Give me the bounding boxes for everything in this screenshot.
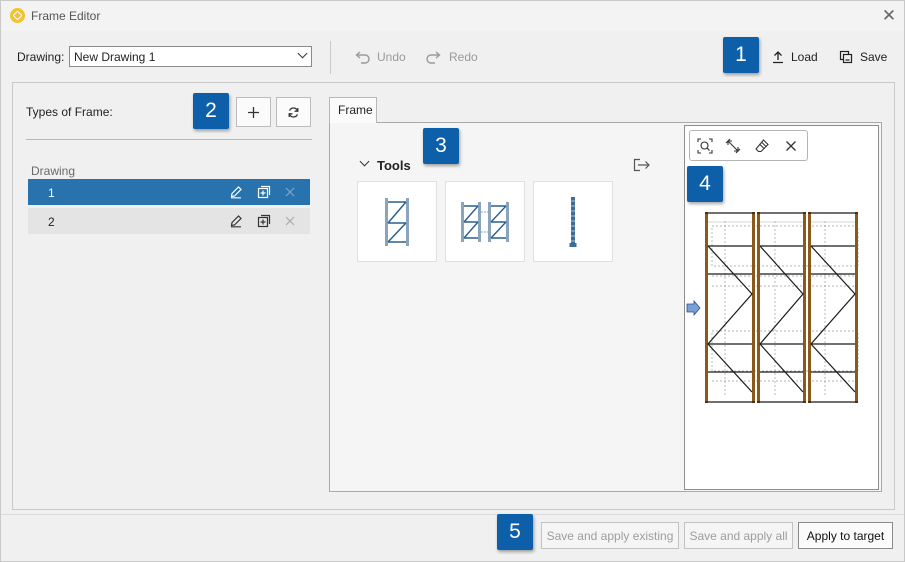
callout-badge: 3 (423, 128, 459, 164)
types-divider (26, 139, 312, 140)
delete-icon[interactable] (283, 185, 297, 199)
eraser-icon[interactable] (754, 138, 770, 154)
callout-badge: 1 (723, 37, 759, 73)
tab-frame-label: Frame (338, 103, 373, 117)
save-apply-all-button[interactable]: Save and apply all (684, 522, 793, 549)
footer-divider (1, 514, 904, 515)
drawing-label: Drawing: (17, 50, 65, 64)
callout-badge: 5 (497, 514, 533, 550)
chevron-down-icon (297, 48, 308, 59)
frame-type-label: 1 (48, 186, 55, 200)
frame-editor-window: Frame Editor ✕ Drawing: New Drawing 1 Un… (0, 0, 905, 562)
plus-icon (248, 106, 259, 118)
close-icon[interactable]: ✕ (878, 5, 900, 27)
redo-label: Redo (449, 50, 478, 64)
toolbar-divider (330, 41, 331, 74)
redo-icon (426, 51, 441, 64)
load-button[interactable]: Load (771, 46, 818, 68)
export-icon[interactable] (633, 158, 651, 172)
callout-badge: 2 (193, 93, 229, 129)
upright-icon (569, 196, 577, 247)
drawing-select-value: New Drawing 1 (74, 50, 156, 64)
top-toolbar: Drawing: New Drawing 1 Undo Redo Load Sa… (1, 31, 904, 81)
edit-icon[interactable] (229, 214, 243, 228)
refresh-icon (288, 106, 299, 118)
load-label: Load (791, 50, 818, 64)
tools-section-label[interactable]: Tools (377, 158, 411, 173)
types-of-frame-label: Types of Frame: (26, 105, 113, 119)
redo-button[interactable]: Redo (425, 46, 478, 68)
drawing-select[interactable]: New Drawing 1 (69, 46, 312, 67)
undo-button[interactable]: Undo (353, 46, 406, 68)
upload-icon (773, 51, 783, 64)
frame-type-row[interactable]: 1 (28, 179, 310, 205)
save-button[interactable]: Save (839, 46, 887, 68)
edit-icon[interactable] (229, 185, 243, 199)
tab-frame[interactable]: Frame (329, 97, 377, 123)
save-apply-existing-button[interactable]: Save and apply existing (541, 522, 679, 549)
drawing-group-label: Drawing (31, 164, 76, 178)
clear-icon[interactable] (783, 138, 799, 154)
duplicate-icon[interactable] (257, 185, 271, 199)
app-logo-icon (10, 8, 25, 23)
window-title: Frame Editor (31, 9, 101, 23)
frame-type-label: 2 (48, 215, 55, 229)
double-frame-tool[interactable] (445, 181, 525, 262)
title-bar: Frame Editor ✕ (1, 1, 904, 31)
callout-badge: 4 (687, 166, 723, 202)
single-frame-tool[interactable] (357, 181, 437, 262)
measure-icon[interactable] (725, 138, 741, 154)
arrow-marker-icon (686, 299, 701, 317)
undo-label: Undo (377, 50, 406, 64)
double-frame-icon (461, 201, 509, 242)
save-icon (839, 50, 853, 64)
refresh-frame-types-button[interactable] (276, 97, 311, 127)
delete-icon[interactable] (283, 214, 297, 228)
save-label: Save (860, 50, 888, 64)
undo-icon (355, 51, 370, 64)
preview-toolbar (689, 130, 808, 161)
duplicate-icon[interactable] (257, 214, 271, 228)
upright-tool[interactable] (533, 181, 613, 262)
zoom-fit-icon[interactable] (697, 138, 713, 154)
single-frame-icon (385, 197, 409, 246)
apply-to-target-button[interactable]: Apply to target (798, 522, 893, 549)
add-frame-type-button[interactable] (236, 97, 271, 127)
frame-type-row[interactable]: 2 (28, 208, 310, 234)
